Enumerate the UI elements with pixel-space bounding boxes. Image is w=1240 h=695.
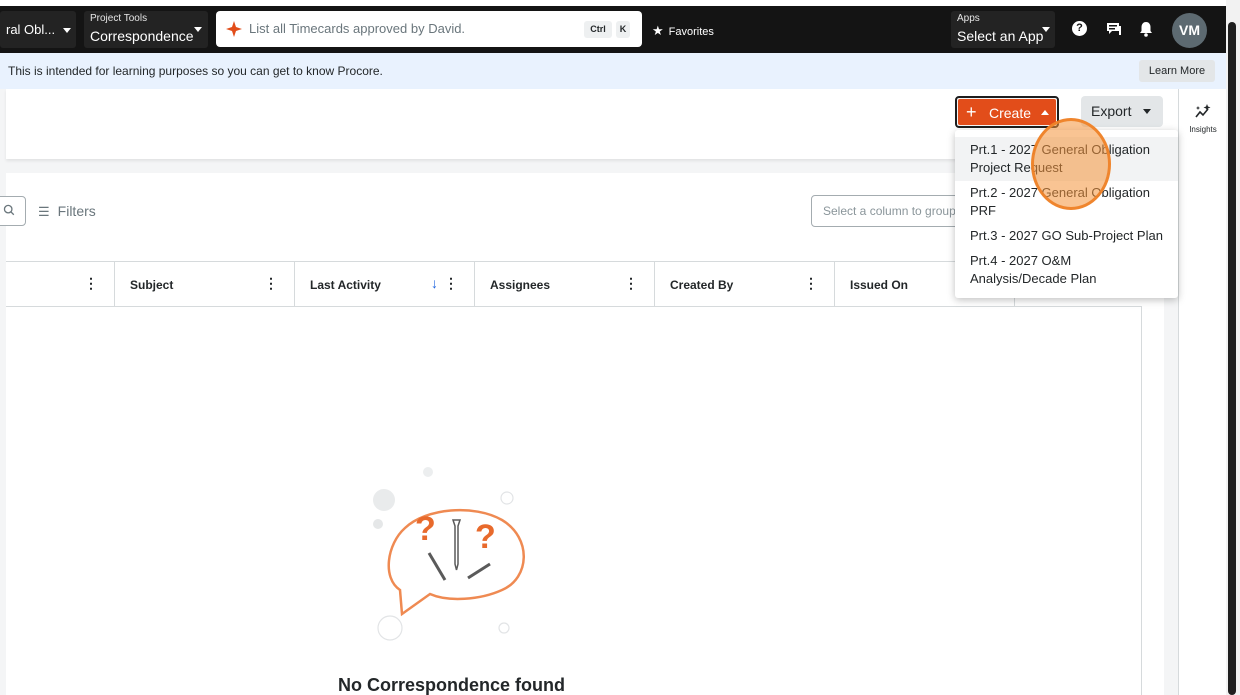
svg-text:?: ? <box>475 518 496 556</box>
project-tools-value: Correspondence <box>90 28 194 44</box>
empty-state-illustration: ? ? <box>373 467 525 641</box>
export-button[interactable]: Export <box>1081 96 1163 127</box>
column-header-assignees[interactable]: Assignees ⋮ <box>475 262 655 306</box>
column-menu-icon[interactable]: ⋮ <box>84 275 98 292</box>
user-avatar[interactable]: VM <box>1172 13 1207 48</box>
insights-sparkle-icon[interactable] <box>1194 103 1212 121</box>
column-label: Created By <box>670 278 734 292</box>
shortcut-k-key: K <box>616 21 630 38</box>
apps-label: Apps <box>957 13 980 24</box>
plus-icon: + <box>966 102 977 122</box>
procore-assist-icon <box>226 21 242 37</box>
svg-text:?: ? <box>415 510 436 548</box>
favorites-label: Favorites <box>668 26 714 38</box>
scrollbar-thumb[interactable] <box>1228 22 1236 695</box>
bell-icon[interactable] <box>1136 19 1156 39</box>
create-button-face: + Create <box>958 99 1056 125</box>
chevron-up-icon <box>1041 110 1049 115</box>
filter-icon: ☰ <box>38 204 50 219</box>
column-menu-icon[interactable]: ⋮ <box>264 275 278 292</box>
filters-button[interactable]: ☰ Filters <box>38 203 96 220</box>
correspondence-table: ⋮ Subject ⋮ Last Activity ↓ ⋮ Assignees … <box>6 261 1142 695</box>
global-search-input[interactable]: List all Timecards approved by David. Ct… <box>216 11 642 47</box>
column-menu-icon[interactable]: ⋮ <box>444 275 458 292</box>
column-menu-icon[interactable]: ⋮ <box>804 275 818 292</box>
learning-banner: This is intended for learning purposes s… <box>0 53 1226 89</box>
apps-selector[interactable]: Apps Select an App <box>951 11 1055 48</box>
export-label: Export <box>1091 103 1132 119</box>
chat-icon[interactable] <box>1104 19 1124 39</box>
favorites-button[interactable]: ★ Favorites <box>652 23 714 39</box>
insights-label: Insights <box>1189 125 1217 134</box>
chevron-down-icon <box>194 27 202 32</box>
help-icon[interactable]: ? <box>1070 19 1090 39</box>
project-selector[interactable]: ral Obl... <box>0 11 76 48</box>
project-tools-selector[interactable]: Project Tools Correspondence <box>84 11 208 48</box>
create-label: Create <box>989 105 1032 121</box>
project-selector-value: ral Obl... <box>6 22 56 37</box>
empty-state-title: No Correspondence found <box>338 675 566 695</box>
top-navigation: ral Obl... Project Tools Correspondence … <box>0 6 1240 53</box>
search-placeholder: List all Timecards approved by David. <box>249 21 466 36</box>
chevron-down-icon <box>63 28 71 33</box>
page-scrollbar[interactable] <box>1226 0 1240 695</box>
group-by-placeholder: Select a column to group <box>823 204 956 218</box>
app-page: ral Obl... Project Tools Correspondence … <box>0 0 1240 695</box>
column-label: Assignees <box>490 278 551 292</box>
project-tools-label: Project Tools <box>90 13 148 24</box>
column-header-created-by[interactable]: Created By ⋮ <box>655 262 835 306</box>
column-header-number[interactable]: ⋮ <box>6 262 115 306</box>
list-search-button[interactable] <box>0 196 26 226</box>
insights-panel-rail: Insights <box>1178 89 1226 695</box>
column-header-subject[interactable]: Subject ⋮ <box>115 262 295 306</box>
click-indicator <box>1031 118 1111 210</box>
sort-descending-icon[interactable]: ↓ <box>431 275 438 291</box>
column-menu-icon[interactable]: ⋮ <box>624 275 638 292</box>
column-label: Issued On <box>850 278 909 292</box>
column-header-last-activity[interactable]: Last Activity ↓ ⋮ <box>295 262 475 306</box>
column-label: Last Activity <box>310 278 381 292</box>
create-button[interactable]: + Create <box>955 96 1059 128</box>
chevron-down-icon <box>1042 27 1050 32</box>
apps-value: Select an App <box>957 28 1044 44</box>
shortcut-ctrl-key: Ctrl <box>584 21 612 38</box>
learn-more-button[interactable]: Learn More <box>1139 60 1215 82</box>
banner-text: This is intended for learning purposes s… <box>8 64 383 78</box>
filters-label: Filters <box>57 203 96 219</box>
create-menu-item-prt4[interactable]: Prt.4 - 2027 O&M Analysis/Decade Plan <box>955 249 1178 291</box>
create-menu-item-prt3[interactable]: Prt.3 - 2027 GO Sub-Project Plan <box>955 225 1178 247</box>
star-icon: ★ <box>652 23 664 38</box>
chevron-down-icon <box>1143 109 1151 114</box>
search-icon <box>3 204 15 216</box>
column-label: Subject <box>130 278 174 292</box>
